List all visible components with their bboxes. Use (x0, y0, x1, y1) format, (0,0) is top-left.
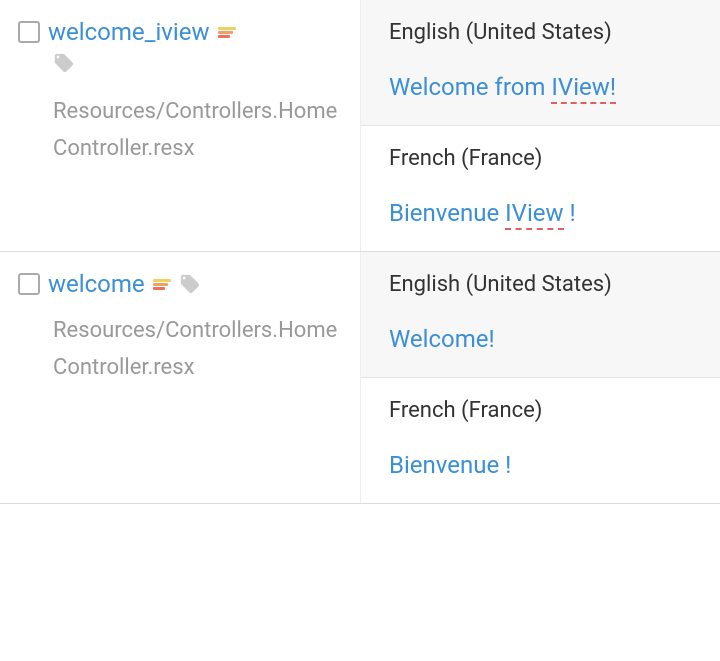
translation-block: French (France) Bienvenue ! (361, 378, 720, 503)
locale-label: English (United States) (389, 272, 692, 297)
locale-label: English (United States) (389, 20, 692, 45)
translation-value[interactable]: Welcome! (389, 325, 692, 353)
tag-row (53, 52, 342, 79)
translations-column: English (United States) Welcome from IVi… (360, 0, 720, 251)
resource-path: Resources/Controllers.HomeController.res… (53, 93, 342, 168)
translation-value[interactable]: Bienvenue ! (389, 451, 692, 479)
key-header: welcome_iview (18, 18, 342, 46)
resource-row: welcome_iview Resources/Controllers.Home… (0, 0, 720, 252)
translation-block: English (United States) Welcome! (361, 252, 720, 378)
translation-block: French (France) Bienvenue IView ! (361, 126, 720, 251)
translation-value[interactable]: Welcome from IView! (389, 73, 692, 101)
resource-path: Resources/Controllers.HomeController.res… (53, 312, 342, 387)
translation-value[interactable]: Bienvenue IView ! (389, 199, 692, 227)
spellcheck-flag: IView (505, 199, 563, 230)
filter-icon[interactable] (218, 27, 236, 38)
filter-icon[interactable] (153, 279, 171, 290)
translations-column: English (United States) Welcome! French … (360, 252, 720, 503)
tag-icon[interactable] (53, 52, 75, 74)
key-name[interactable]: welcome (48, 270, 145, 298)
tag-icon[interactable] (179, 273, 201, 295)
select-checkbox[interactable] (18, 273, 40, 295)
translation-block: English (United States) Welcome from IVi… (361, 0, 720, 126)
key-column: welcome_iview Resources/Controllers.Home… (0, 0, 360, 251)
key-header: welcome (18, 270, 342, 298)
resource-row: welcome Resources/Controllers.HomeContro… (0, 252, 720, 504)
key-column: welcome Resources/Controllers.HomeContro… (0, 252, 360, 503)
locale-label: French (France) (389, 146, 692, 171)
select-checkbox[interactable] (18, 21, 40, 43)
key-name[interactable]: welcome_iview (48, 18, 210, 46)
spellcheck-flag: IView! (551, 73, 616, 104)
locale-label: French (France) (389, 398, 692, 423)
